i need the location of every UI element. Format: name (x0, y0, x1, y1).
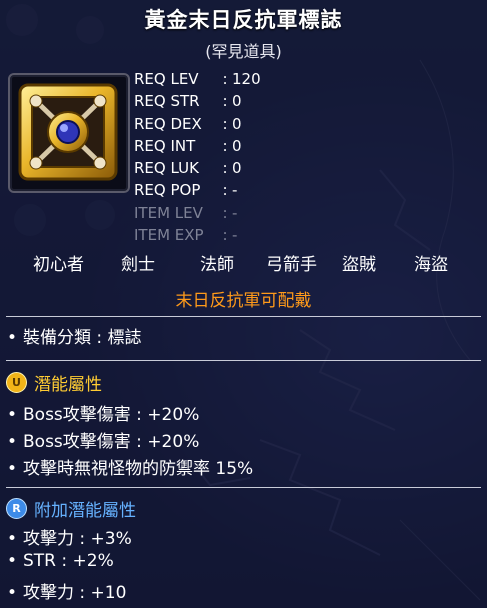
item-rarity: (罕見道具) (205, 42, 282, 61)
job-warrior: 劍士 (121, 255, 155, 275)
req-label: REQ STR (134, 92, 200, 111)
req-label: REQ LEV (134, 70, 199, 88)
requirements-list: REQ LEV:120 REQ STR:0 REQ DEX:0 REQ INT:… (134, 68, 261, 246)
req-value: - (232, 181, 238, 200)
bullet: • (7, 551, 18, 571)
job-pirate: 海盜 (414, 255, 448, 275)
req-value: 0 (232, 159, 242, 178)
item-icon-frame (8, 73, 130, 193)
req-row-level: REQ LEV:120 (134, 68, 261, 90)
golden-emblem-icon (18, 83, 118, 181)
req-label: ITEM LEV (134, 203, 203, 222)
potential-text: Boss攻擊傷害 : +20% (23, 405, 200, 425)
bullet: • (7, 405, 18, 425)
req-label: REQ INT (134, 136, 196, 155)
unique-potential-icon: U (6, 372, 27, 393)
rare-potential-icon: R (6, 498, 27, 519)
item-name: 黃金末日反抗軍標誌 (144, 8, 343, 32)
req-row-dex: REQ DEX:0 (134, 113, 261, 135)
req-label: REQ POP (134, 181, 201, 200)
req-label: ITEM EXP (134, 226, 204, 245)
potential-text: Boss攻擊傷害 : +20% (23, 432, 200, 452)
req-value: - (232, 226, 238, 245)
job-magician: 法師 (200, 255, 234, 275)
bonus-potential-text: 攻擊力 : +3% (23, 529, 132, 549)
req-row-item-exp: ITEM EXP: - (134, 224, 261, 246)
bullet: • (7, 328, 18, 348)
bonus-potential-line: • STR : +2% (7, 551, 114, 571)
bullet: • (7, 459, 18, 479)
category-line: • 裝備分類 : 標誌 (7, 323, 142, 348)
item-tooltip: 黃金末日反抗軍標誌 (罕見道具) REQ LEV: 120 REQ STR:… (0, 0, 487, 608)
divider (6, 360, 481, 361)
potential-line: • Boss攻擊傷害 : +20% (7, 400, 199, 425)
bonus-potential-line: • 攻擊力 : +3% (7, 524, 132, 549)
bonus-potential-text: 攻擊力 : +10 (23, 583, 127, 603)
req-value: - (232, 203, 238, 222)
potential-line: • 攻擊時無視怪物的防禦率 15% (7, 454, 253, 479)
req-value: 0 (232, 92, 242, 111)
job-thief: 盜賊 (342, 255, 376, 275)
job-archer: 弓箭手 (266, 255, 317, 275)
equip-restriction: 末日反抗軍可配戴 (175, 291, 312, 311)
job-beginner: 初心者 (33, 255, 84, 275)
req-row-int: REQ INT:0 (134, 135, 261, 157)
bonus-potential-heading: R 附加潛能屬性 (6, 496, 136, 521)
job-list: 初心者 劍士 法師 弓箭手 盜賊 海盜 (0, 250, 487, 276)
divider (6, 487, 481, 488)
potential-heading: U 潛能屬性 (6, 370, 102, 395)
potential-line: • Boss攻擊傷害 : +20% (7, 427, 199, 452)
divider (6, 316, 481, 317)
req-value: 0 (232, 136, 242, 155)
bonus-potential-heading-text: 附加潛能屬性 (34, 501, 136, 521)
req-label: REQ DEX (134, 114, 202, 133)
req-label: REQ LUK (134, 159, 199, 178)
req-row-luk: REQ LUK:0 (134, 157, 261, 179)
req-row-str: REQ STR:0 (134, 90, 261, 112)
potential-text: 攻擊時無視怪物的防禦率 15% (23, 459, 254, 479)
req-row-pop: REQ POP: - (134, 179, 261, 201)
potential-heading-text: 潛能屬性 (34, 375, 102, 395)
bullet: • (7, 432, 18, 452)
bullet: • (7, 583, 18, 603)
req-value: 0 (232, 114, 242, 133)
bullet: • (7, 529, 18, 549)
bonus-potential-line: • 攻擊力 : +10 (7, 578, 126, 603)
req-row-item-lev: ITEM LEV: - (134, 202, 261, 224)
category-text: 裝備分類 : 標誌 (23, 328, 142, 348)
req-value: 120 (232, 70, 261, 88)
bonus-potential-text: STR : +2% (23, 551, 114, 571)
